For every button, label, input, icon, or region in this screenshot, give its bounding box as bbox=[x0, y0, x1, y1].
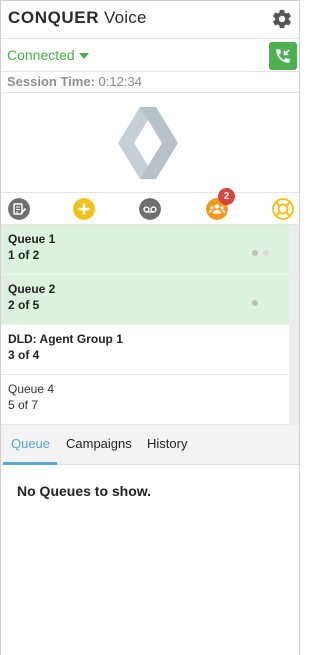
call-button[interactable] bbox=[269, 42, 297, 70]
tab-queue[interactable]: Queue bbox=[11, 436, 50, 451]
brand-logo-icon bbox=[118, 107, 178, 179]
queue-row[interactable]: DLD: Agent Group 1 3 of 4 bbox=[1, 325, 289, 375]
tab-history[interactable]: History bbox=[147, 436, 187, 451]
agents-badge: 2 bbox=[218, 188, 235, 205]
app-brand: CONQUER Voice bbox=[8, 8, 147, 28]
connection-status-dropdown[interactable]: Connected bbox=[7, 47, 89, 63]
session-time-label: Session Time: bbox=[7, 74, 95, 89]
tab-campaigns[interactable]: Campaigns bbox=[66, 436, 132, 451]
brand-bold: CONQUER bbox=[8, 8, 100, 27]
session-timer: Session Time: 0:12:34 bbox=[1, 71, 299, 93]
app-header: CONQUER Voice bbox=[1, 1, 299, 37]
queue-row[interactable]: Queue 2 2 of 5 bbox=[1, 275, 289, 325]
queue-row[interactable]: Queue 1 1 of 2 bbox=[1, 225, 289, 275]
status-bar: Connected bbox=[1, 38, 299, 71]
disposition-icon[interactable] bbox=[8, 198, 30, 220]
queue-status-dot bbox=[252, 300, 258, 306]
voicemail-icon[interactable] bbox=[139, 198, 161, 220]
queue-list: Queue 1 1 of 2 Queue 2 2 of 5 DLD: Agent… bbox=[1, 225, 289, 425]
connection-status-label: Connected bbox=[7, 47, 75, 63]
queue-count: 3 of 4 bbox=[8, 348, 40, 362]
queue-status-dot bbox=[263, 250, 269, 256]
queue-name: Queue 4 bbox=[8, 382, 55, 396]
queue-panel: No Queues to show. bbox=[1, 465, 299, 655]
session-time-value: 0:12:34 bbox=[98, 74, 142, 89]
queue-name: DLD: Agent Group 1 bbox=[8, 332, 123, 346]
queue-count: 2 of 5 bbox=[8, 298, 40, 312]
app-window: CONQUER Voice Connected Session Time: 0:… bbox=[0, 0, 300, 655]
brand-light: Voice bbox=[104, 8, 147, 27]
help-icon[interactable] bbox=[272, 198, 294, 220]
chevron-down-icon bbox=[78, 53, 89, 60]
logo-area bbox=[1, 93, 299, 193]
queue-list-scrollbar[interactable] bbox=[289, 225, 299, 425]
queue-count: 1 of 2 bbox=[8, 248, 40, 262]
action-toolbar bbox=[1, 193, 299, 225]
add-icon[interactable] bbox=[73, 198, 95, 220]
queue-name: Queue 2 bbox=[8, 282, 56, 296]
phone-incoming-icon bbox=[276, 49, 290, 63]
tab-bar: Queue Campaigns History bbox=[1, 425, 299, 465]
queue-row[interactable]: Queue 4 5 of 7 bbox=[1, 375, 289, 425]
empty-state-message: No Queues to show. bbox=[17, 483, 152, 499]
queue-name: Queue 1 bbox=[8, 232, 56, 246]
gear-icon[interactable] bbox=[271, 8, 293, 30]
queue-status-dot bbox=[252, 250, 258, 256]
queue-count: 5 of 7 bbox=[8, 398, 39, 412]
